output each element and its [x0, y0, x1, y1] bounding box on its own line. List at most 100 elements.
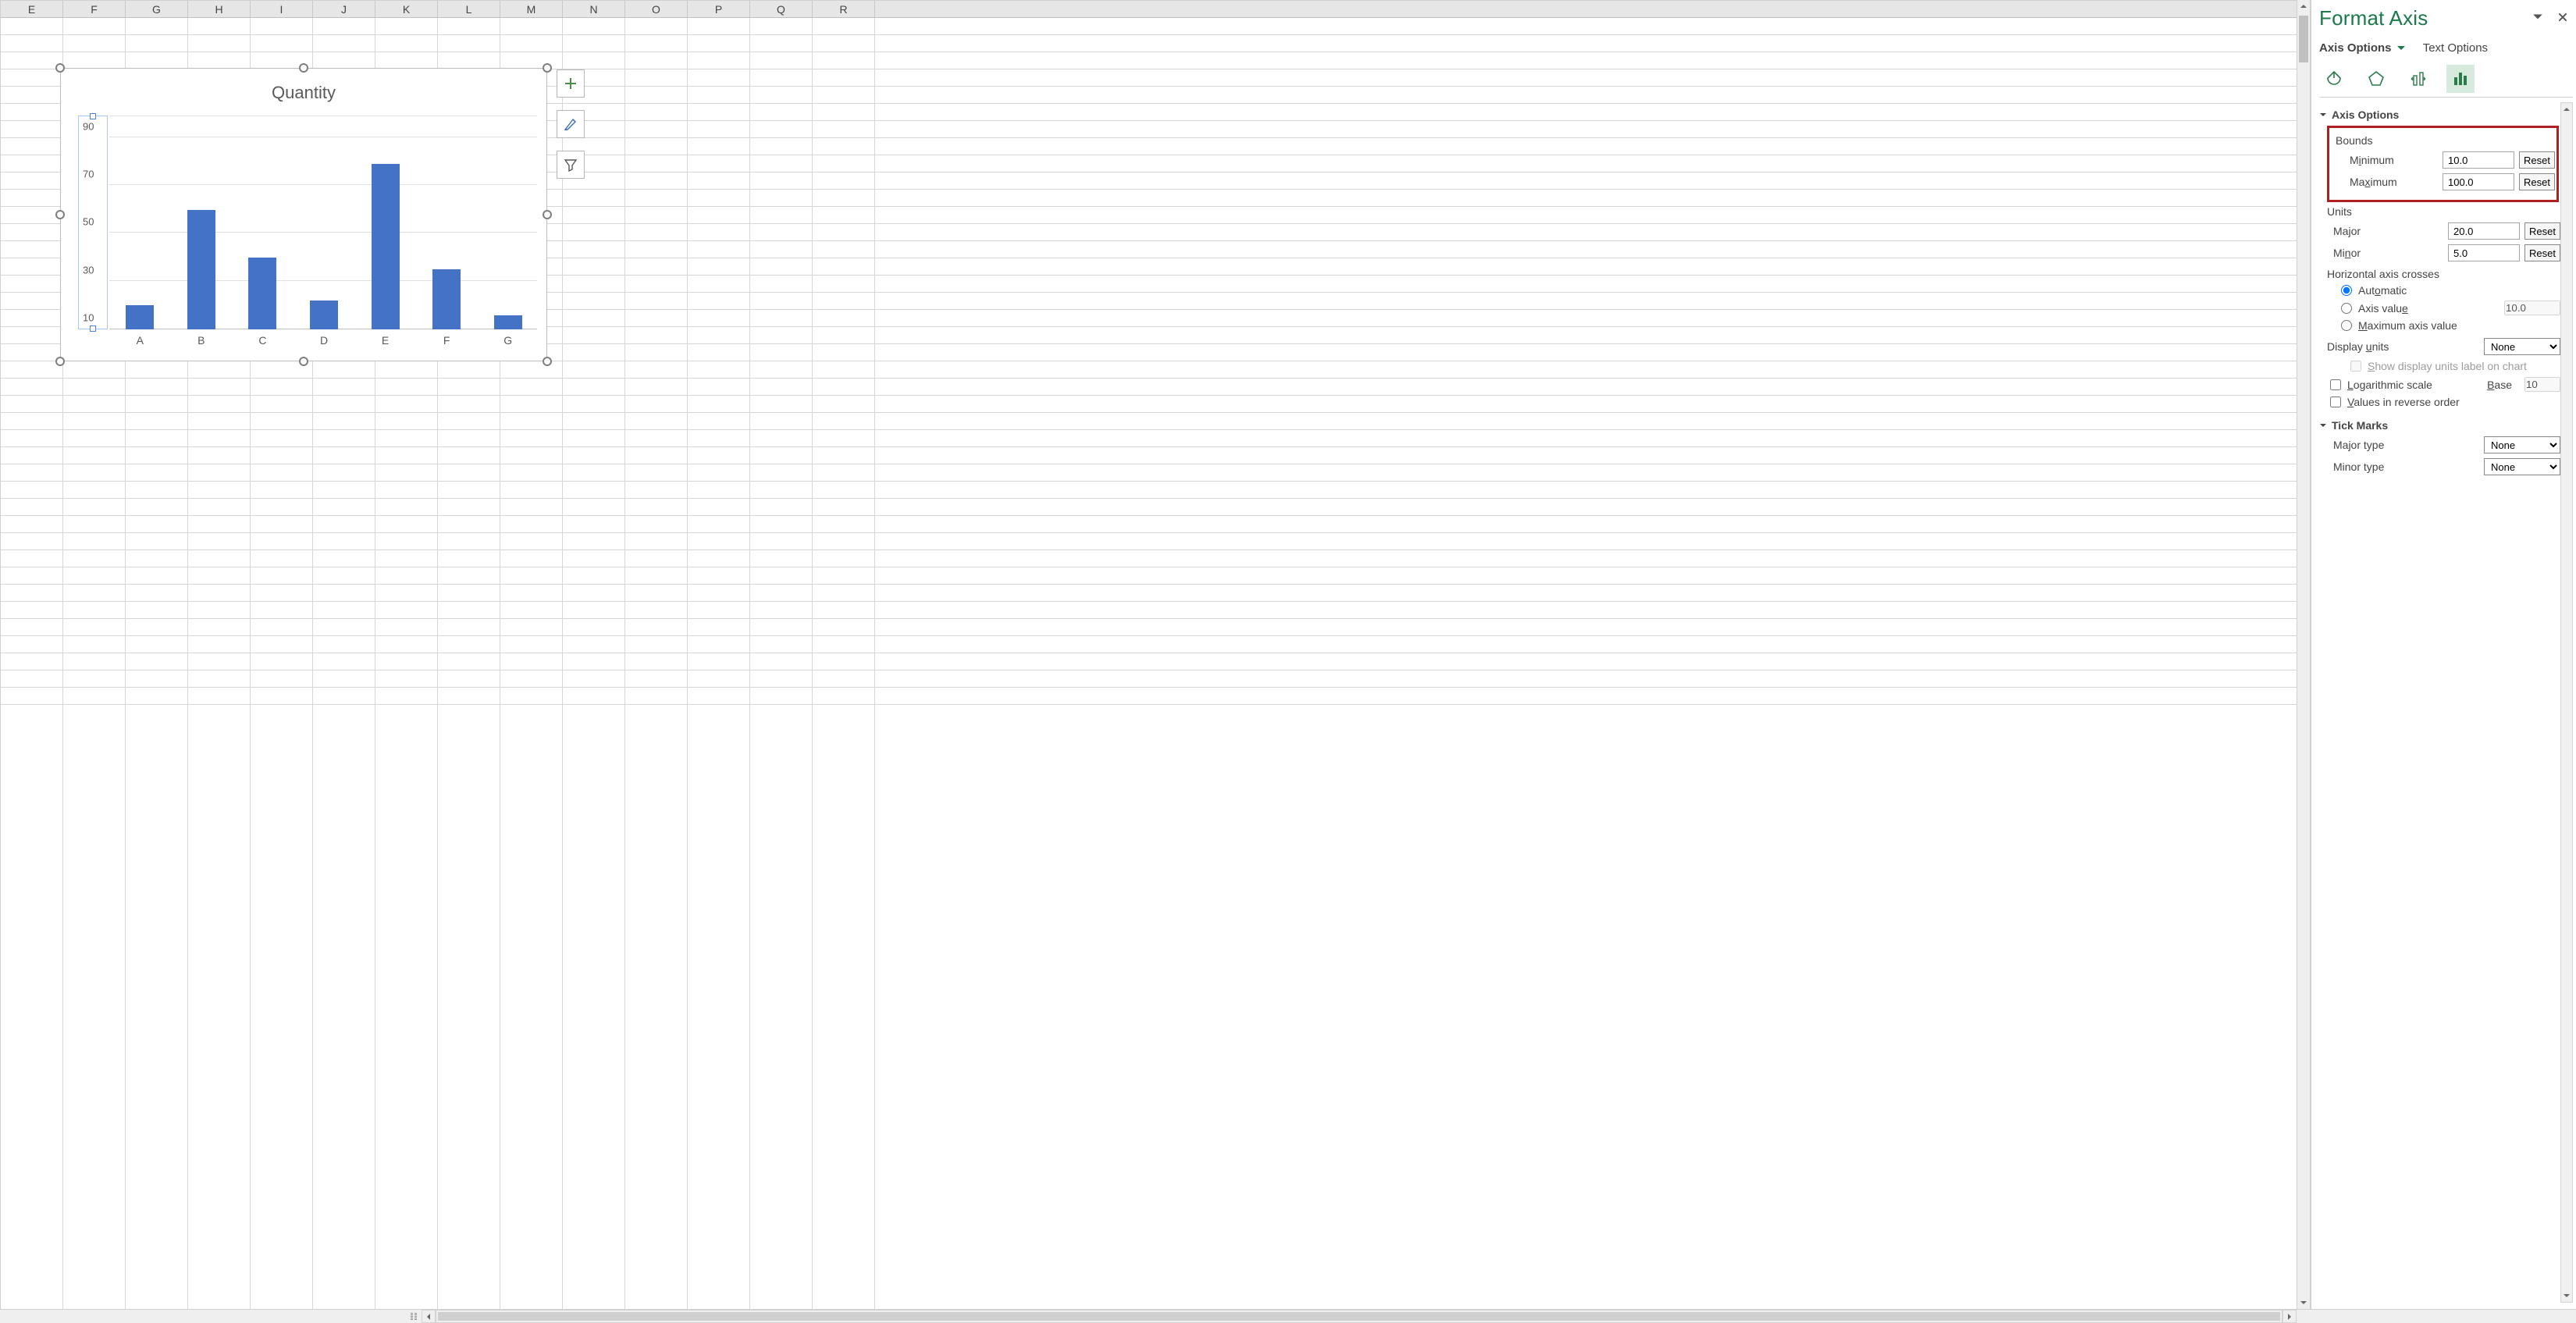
- scroll-up-arrow[interactable]: [2298, 0, 2309, 12]
- bounds-max-label: Maximum: [2350, 176, 2443, 188]
- column-header[interactable]: N: [563, 1, 625, 17]
- hcross-axisvalue-radio[interactable]: [2341, 303, 2352, 314]
- x-axis-tick: D: [310, 334, 338, 347]
- bounds-min-input[interactable]: [2443, 151, 2514, 169]
- y-axis-tick: 70: [83, 169, 94, 180]
- column-header[interactable]: Q: [750, 1, 813, 17]
- resize-handle[interactable]: [299, 357, 308, 366]
- chart-bar[interactable]: [310, 301, 338, 329]
- hcross-max-label: Maximum axis value: [2358, 319, 2457, 332]
- axis-options-icon[interactable]: [2447, 66, 2474, 92]
- values-reverse-checkbox[interactable]: [2330, 397, 2341, 407]
- resize-handle[interactable]: [543, 357, 552, 366]
- units-minor-input[interactable]: [2448, 244, 2520, 261]
- bounds-max-reset-button[interactable]: Reset: [2519, 173, 2555, 190]
- tick-minor-label: Minor type: [2333, 461, 2484, 473]
- y-axis-tick: 30: [83, 264, 94, 276]
- scroll-down-arrow[interactable]: [2298, 1296, 2309, 1309]
- hcross-label: Horizontal axis crosses: [2319, 268, 2560, 280]
- size-properties-icon[interactable]: [2405, 66, 2432, 92]
- fill-line-icon[interactable]: [2321, 66, 2347, 92]
- y-axis-tick: 10: [83, 312, 94, 324]
- column-header[interactable]: M: [500, 1, 563, 17]
- column-header[interactable]: E: [1, 1, 63, 17]
- scrollbar-thumb[interactable]: [2299, 16, 2308, 62]
- chart-gridlines: [109, 116, 537, 329]
- h-scrollbar-thumb[interactable]: [438, 1312, 2280, 1321]
- resize-handle[interactable]: [543, 63, 552, 73]
- units-major-input[interactable]: [2448, 222, 2520, 240]
- chart-filters-button[interactable]: [557, 151, 585, 179]
- hcross-axisvalue-input: [2504, 301, 2560, 315]
- chart-elements-button[interactable]: [557, 69, 585, 98]
- column-header[interactable]: R: [813, 1, 875, 17]
- column-header[interactable]: F: [63, 1, 126, 17]
- hcross-auto-label: Automatic: [2358, 284, 2407, 297]
- pane-scroll-up-arrow[interactable]: [2561, 103, 2572, 116]
- bounds-min-label: Minimum: [2350, 154, 2443, 166]
- grid-horizontal-scrollbar[interactable]: [0, 1309, 2576, 1323]
- column-header[interactable]: J: [313, 1, 375, 17]
- pane-dropdown-icon[interactable]: [2532, 12, 2543, 25]
- log-scale-checkbox[interactable]: [2330, 379, 2341, 390]
- resize-handle[interactable]: [55, 210, 65, 219]
- log-scale-label: Logarithmic scale: [2347, 379, 2432, 391]
- x-axis-tick: C: [248, 334, 276, 347]
- column-header[interactable]: P: [688, 1, 750, 17]
- x-axis-tick: G: [494, 334, 522, 347]
- hcross-auto-radio[interactable]: [2341, 285, 2352, 296]
- chart-bar[interactable]: [248, 258, 276, 329]
- chart-title[interactable]: Quantity: [61, 83, 546, 103]
- scroll-right-arrow[interactable]: [2282, 1310, 2297, 1323]
- x-axis-tick: B: [187, 334, 215, 347]
- section-axis-options[interactable]: Axis Options: [2319, 108, 2560, 121]
- column-header[interactable]: K: [375, 1, 438, 17]
- bounds-max-input[interactable]: [2443, 173, 2514, 190]
- grid-vertical-scrollbar[interactable]: [2297, 0, 2311, 1309]
- units-major-reset-button[interactable]: Reset: [2524, 222, 2560, 240]
- chart-styles-button[interactable]: [557, 110, 585, 138]
- tab-text-options[interactable]: Text Options: [2423, 41, 2488, 55]
- section-tick-marks[interactable]: Tick Marks: [2319, 419, 2560, 432]
- resize-handle[interactable]: [55, 357, 65, 366]
- chart-bar[interactable]: [494, 315, 522, 329]
- resize-handle[interactable]: [299, 63, 308, 73]
- chart-bar[interactable]: [432, 269, 461, 329]
- column-header[interactable]: G: [126, 1, 188, 17]
- scroll-left-arrow[interactable]: [422, 1310, 436, 1323]
- resize-handle[interactable]: [55, 63, 65, 73]
- display-units-select[interactable]: None: [2484, 338, 2560, 355]
- x-axis-tick: A: [126, 334, 154, 347]
- embedded-chart[interactable]: Quantity 1030507090ABCDEFG: [60, 68, 547, 361]
- close-icon[interactable]: [2557, 12, 2568, 25]
- units-minor-reset-button[interactable]: Reset: [2524, 244, 2560, 261]
- resize-handle[interactable]: [543, 210, 552, 219]
- chart-bar[interactable]: [187, 210, 215, 329]
- y-axis-tick: 50: [83, 216, 94, 228]
- show-display-units-checkbox: [2350, 361, 2361, 372]
- log-base-label: Base: [2487, 379, 2512, 391]
- column-header[interactable]: I: [251, 1, 313, 17]
- tick-major-select[interactable]: None: [2484, 436, 2560, 453]
- units-minor-label: Minor: [2333, 247, 2448, 259]
- pane-vertical-scrollbar[interactable]: [2560, 102, 2573, 1303]
- tab-axis-options[interactable]: Axis Options: [2319, 41, 2406, 55]
- chart-plot-area[interactable]: 1030507090ABCDEFG: [84, 116, 537, 347]
- tick-minor-select[interactable]: None: [2484, 458, 2560, 475]
- chart-bar[interactable]: [126, 305, 154, 329]
- bounds-label: Bounds: [2336, 134, 2555, 147]
- units-label: Units: [2319, 205, 2560, 218]
- bounds-min-reset-button[interactable]: Reset: [2519, 151, 2555, 169]
- column-headers: EFGHIJKLMNOPQR: [1, 1, 2297, 18]
- chart-bar[interactable]: [372, 164, 400, 329]
- values-reverse-label: Values in reverse order: [2347, 396, 2460, 408]
- pane-scroll-down-arrow[interactable]: [2561, 1289, 2572, 1302]
- column-header[interactable]: L: [438, 1, 500, 17]
- sheet-splitter[interactable]: [406, 1310, 422, 1323]
- effects-icon[interactable]: [2363, 66, 2389, 92]
- hcross-max-radio[interactable]: [2341, 320, 2352, 331]
- spreadsheet-grid[interactable]: EFGHIJKLMNOPQR Quantity 10305070: [0, 0, 2297, 1309]
- show-display-units-label: Show display units label on chart: [2368, 360, 2527, 372]
- column-header[interactable]: O: [625, 1, 688, 17]
- column-header[interactable]: H: [188, 1, 251, 17]
